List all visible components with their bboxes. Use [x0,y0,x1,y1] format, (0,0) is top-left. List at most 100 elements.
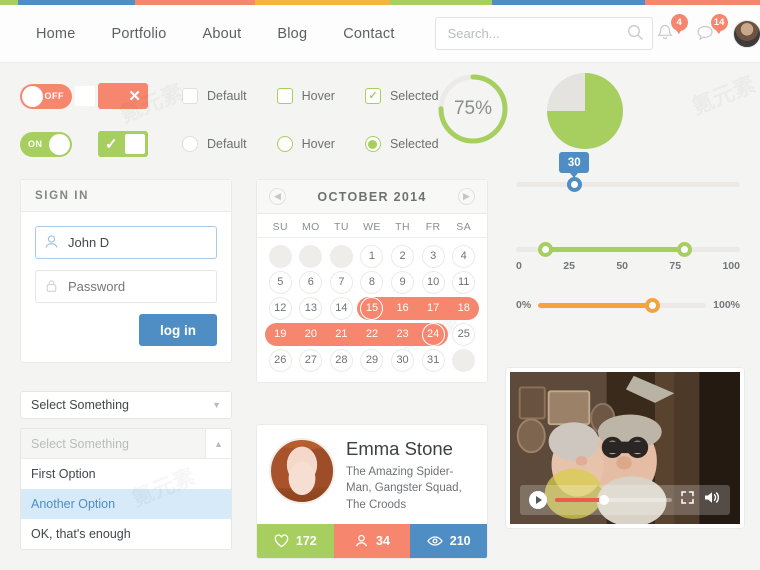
search-input[interactable] [434,17,653,50]
select-option-1[interactable]: Another Option [21,489,231,519]
nav-item-contact[interactable]: Contact [325,26,412,42]
radio-hover[interactable] [276,136,293,152]
calendar-day-2[interactable]: 2 [387,243,418,269]
search-icon[interactable] [627,24,644,46]
volume-icon[interactable] [703,490,721,510]
stat-likes[interactable]: 172 [257,523,334,558]
calendar-day-28[interactable]: 28 [326,347,357,373]
chevron-up-icon[interactable]: ▲ [205,429,231,458]
calendar-day-9[interactable]: 9 [387,269,418,295]
select-option-0[interactable]: First Option [21,459,231,489]
slider-percent-max-label: 100% [713,299,740,311]
calendar-day-10[interactable]: 10 [418,269,449,295]
nav-item-portfolio[interactable]: Portfolio [93,26,184,42]
calendar-day-22[interactable]: 22 [357,321,388,347]
toggle-off[interactable]: OFF [20,83,72,109]
slider-tick-100: 100 [722,260,740,272]
slider-range-handle-max[interactable] [676,242,692,257]
calendar-day-24[interactable]: 24 [418,321,449,347]
profile-info: Emma Stone The Amazing Spider-Man, Gangs… [346,438,475,513]
calendar-day-16[interactable]: 16 [387,295,418,321]
calendar-day-5[interactable]: 5 [265,269,296,295]
slider-tick-25: 25 [563,260,575,272]
calendar-day-4[interactable]: 4 [448,243,479,269]
radio-default[interactable] [182,136,198,152]
calendar-day-7[interactable]: 7 [326,269,357,295]
calendar-day-30[interactable]: 30 [387,347,418,373]
calendar-day-21[interactable]: 21 [326,321,357,347]
nav-item-home[interactable]: Home [18,26,93,42]
nav-item-blog[interactable]: Blog [259,26,325,42]
video-progress-bar[interactable] [555,495,672,505]
calendar-week: 12 13 14 15 16 17 18 [265,295,479,321]
slider-single[interactable]: 30 [516,152,740,212]
checkbox-selected-group[interactable]: Selected [364,88,439,104]
slider-percent[interactable]: 0% 100% [516,297,740,313]
calendar-day-14[interactable]: 14 [326,295,357,321]
stat-views[interactable]: 210 [410,523,487,558]
checkbox-default-group[interactable]: Default [182,88,247,104]
calendar-day-label: 29 [360,348,384,372]
calendar-day-11[interactable]: 11 [448,269,479,295]
messages-button[interactable]: 14 [693,13,728,47]
calendar-day-17[interactable]: 17 [418,295,449,321]
slider-handle[interactable] [566,177,582,192]
calendar-day-15[interactable]: 15 [357,295,388,321]
slider-range-handle-min[interactable] [537,242,553,257]
calendar-day-13[interactable]: 13 [296,295,327,321]
password-input[interactable] [35,270,217,303]
radio-default-group[interactable]: Default [182,136,247,152]
username-input[interactable] [35,226,217,259]
select-open-head[interactable]: Select Something ▲ [21,429,231,459]
select-option-2[interactable]: OK, that's enough [21,519,231,549]
radio-selected[interactable] [364,136,381,152]
calendar-day-8[interactable]: 8 [357,269,388,295]
video-progress-handle[interactable] [599,495,610,505]
slider-track[interactable]: 30 [516,152,740,192]
calendar-dow-we: WE [363,221,381,233]
calendar-widget: ◀ OCTOBER 2014 ▶ SUMOTUWETHFRSA 00012345… [256,179,488,383]
checkbox-default[interactable] [182,88,198,104]
radio-hover-group[interactable]: Hover [276,136,335,152]
calendar-day-26[interactable]: 26 [265,347,296,373]
play-icon[interactable] [529,491,547,509]
slider-range-track[interactable] [516,242,740,257]
checkbox-check[interactable]: ✓ [98,131,148,157]
chevron-right-icon[interactable]: ▶ [458,188,475,205]
slider-percent-handle[interactable] [644,297,660,313]
select-closed[interactable]: Select Something ▼ [20,391,232,419]
calendar-day-label: 1 [360,244,384,268]
calendar-day-20[interactable]: 20 [296,321,327,347]
calendar-day-29[interactable]: 29 [357,347,388,373]
stat-followers[interactable]: 34 [333,523,411,558]
calendar-day-1[interactable]: 1 [357,243,388,269]
video-player[interactable] [506,368,744,528]
calendar-day-3[interactable]: 3 [418,243,449,269]
chevron-left-icon[interactable]: ◀ [269,188,286,205]
login-button[interactable]: log in [139,314,217,346]
nav-item-about[interactable]: About [184,26,259,42]
toggle-on[interactable]: ON [20,131,72,157]
checkbox-hover-group[interactable]: Hover [276,88,335,104]
calendar-day-19[interactable]: 19 [265,321,296,347]
checkbox-selected[interactable] [364,88,381,104]
slider-percent-track[interactable] [538,297,707,313]
calendar-day-25[interactable]: 25 [448,321,479,347]
slider-range[interactable]: 0 25 50 75 100 [516,242,740,272]
slider-percent-min-label: 0% [516,299,532,311]
fullscreen-icon[interactable] [680,490,695,510]
calendar-day-6[interactable]: 6 [296,269,327,295]
calendar-day-31[interactable]: 31 [418,347,449,373]
calendar-day-18[interactable]: 18 [448,295,479,321]
notifications-button[interactable]: 4 [653,13,688,47]
messages-badge: 14 [710,13,728,34]
calendar-day-23[interactable]: 23 [387,321,418,347]
avatar[interactable] [732,19,760,48]
checkbox-hover[interactable] [276,88,293,104]
search-box[interactable] [434,17,653,50]
checkbox-cross[interactable]: ✕ [75,83,148,109]
calendar-day-label: 18 [457,302,470,314]
calendar-day-12[interactable]: 12 [265,295,296,321]
radio-selected-group[interactable]: Selected [364,136,439,152]
calendar-day-27[interactable]: 27 [296,347,327,373]
